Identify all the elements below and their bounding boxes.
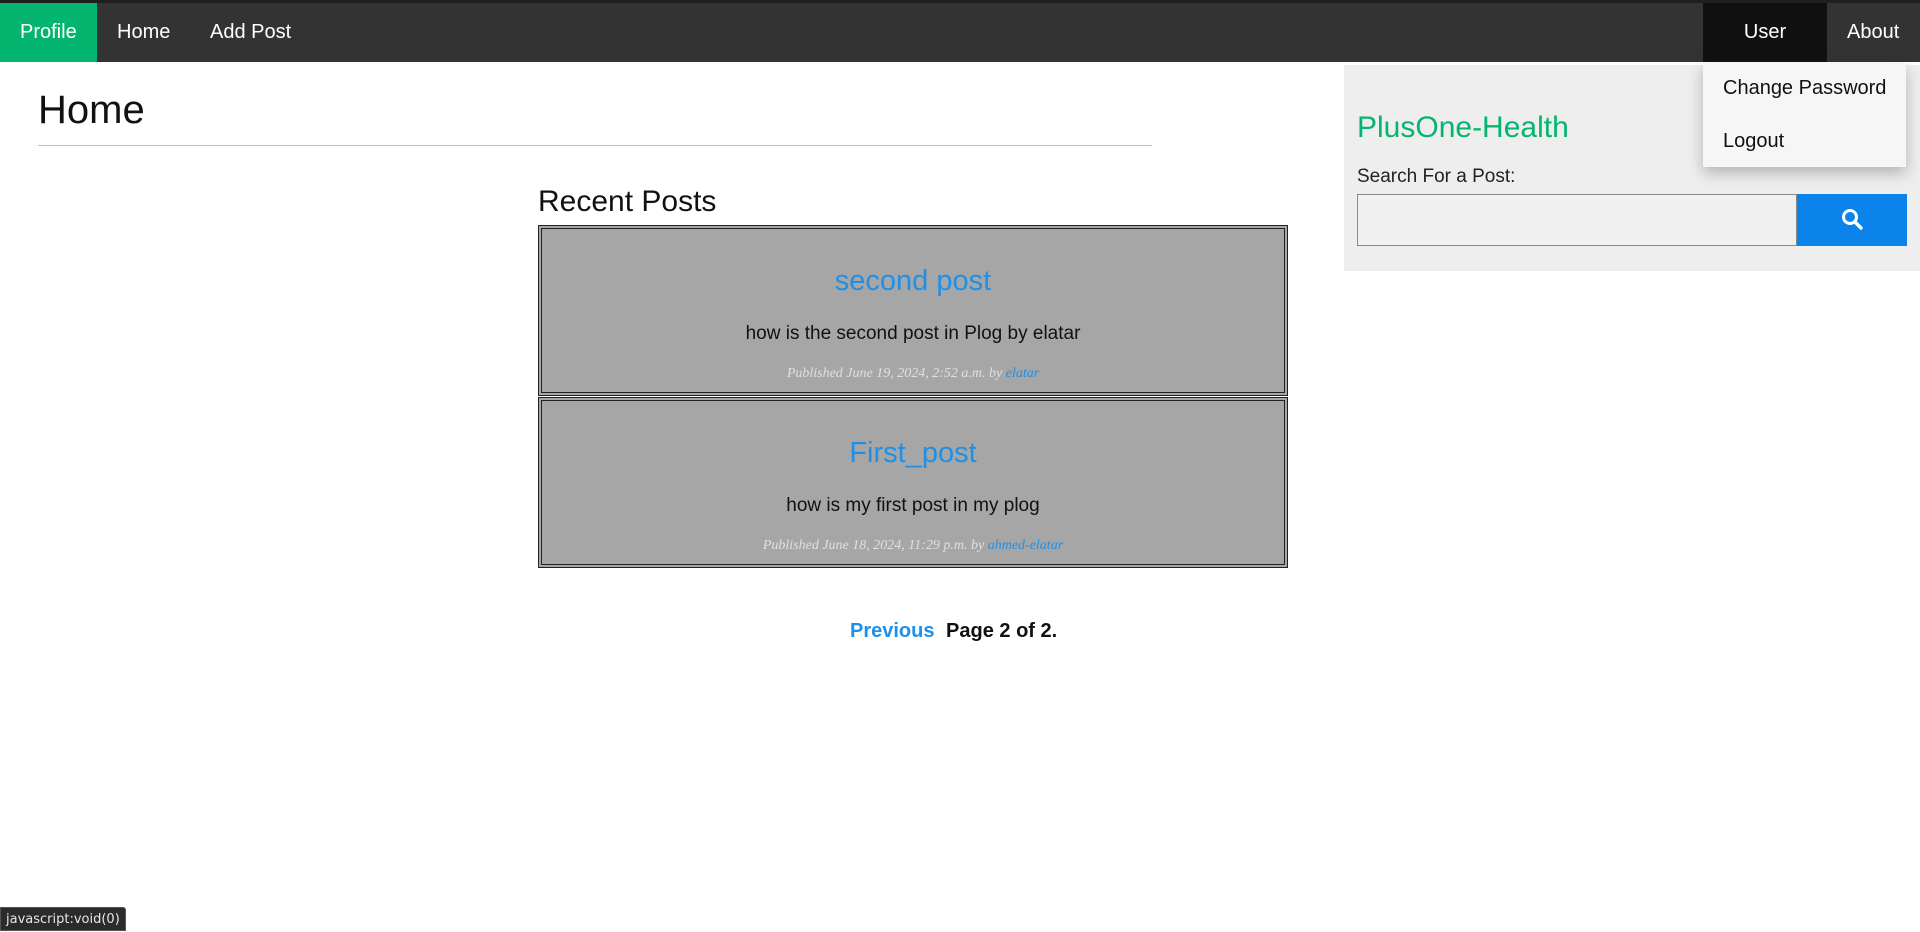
brand-title: PlusOne-Health bbox=[1357, 111, 1569, 144]
post-title-link[interactable]: First_post bbox=[542, 437, 1284, 470]
search-button[interactable] bbox=[1797, 194, 1907, 246]
post-card: second post how is the second post in Pl… bbox=[538, 225, 1288, 396]
post-author-link[interactable]: elatar bbox=[1006, 366, 1039, 381]
nav-home[interactable]: Home bbox=[97, 3, 190, 62]
post-author-link[interactable]: ahmed-elatar bbox=[988, 538, 1063, 553]
post-card: First_post how is my first post in my pl… bbox=[538, 397, 1288, 568]
post-meta: Published June 19, 2024, 2:52 a.m. by el… bbox=[542, 366, 1284, 382]
recent-posts-heading: Recent Posts bbox=[538, 185, 717, 218]
nav-about[interactable]: About bbox=[1827, 3, 1920, 62]
browser-status-bar: javascript:void(0) bbox=[0, 907, 126, 931]
nav-user-dropdown[interactable]: User bbox=[1703, 3, 1827, 62]
title-divider bbox=[38, 145, 1152, 146]
menu-change-password[interactable]: Change Password bbox=[1723, 77, 1886, 100]
post-meta: Published June 18, 2024, 11:29 p.m. by a… bbox=[542, 538, 1284, 554]
post-excerpt: how is my first post in my plog bbox=[786, 495, 1040, 516]
top-navbar: Profile Home Add Post User About bbox=[0, 0, 1920, 62]
post-excerpt: how is the second post in Plog by elatar bbox=[745, 323, 1081, 344]
nav-add-post[interactable]: Add Post bbox=[190, 3, 311, 62]
post-published-text: Published June 19, 2024, 2:52 a.m. by bbox=[786, 366, 1003, 381]
page-status: Page 2 of 2. bbox=[946, 620, 1058, 642]
nav-profile[interactable]: Profile bbox=[0, 3, 97, 62]
previous-page-link[interactable]: Previous bbox=[850, 620, 934, 642]
pagination: Previous Page 2 of 2. bbox=[850, 620, 1057, 643]
search-icon bbox=[1842, 208, 1863, 230]
search-input[interactable] bbox=[1357, 194, 1797, 246]
page-title: Home bbox=[38, 88, 145, 132]
user-dropdown-menu: Change Password Logout bbox=[1703, 63, 1906, 167]
search-label: Search For a Post: bbox=[1357, 166, 1516, 187]
menu-logout[interactable]: Logout bbox=[1723, 130, 1784, 153]
post-published-text: Published June 18, 2024, 11:29 p.m. by bbox=[762, 538, 985, 553]
post-title-link[interactable]: second post bbox=[542, 265, 1284, 298]
